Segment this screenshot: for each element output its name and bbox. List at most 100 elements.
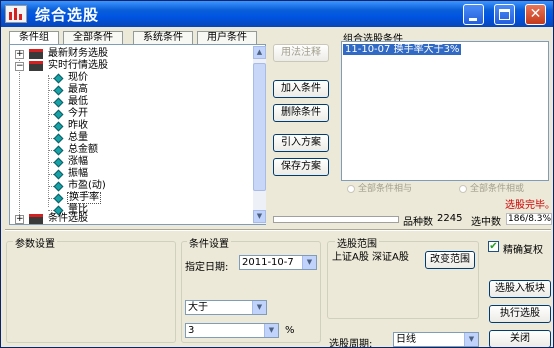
stocks-to-block-button[interactable]: 选股入板块 — [489, 280, 551, 298]
tree-node-realtime[interactable]: − 实时行情选股 — [10, 60, 250, 72]
change-range-button[interactable]: 改变范围 — [425, 251, 475, 269]
tree-leaf[interactable]: 现价 — [10, 72, 250, 84]
radio-icon — [347, 184, 355, 193]
status-message: 选股完毕。 — [505, 200, 554, 211]
tree-leaf[interactable]: 昨收 — [10, 120, 250, 132]
date-value: 2011-10-7 — [242, 257, 294, 268]
params-group — [6, 241, 176, 343]
operator-value: 大于 — [188, 302, 208, 313]
expand-icon[interactable]: + — [15, 50, 24, 59]
expand-icon[interactable]: + — [15, 215, 24, 224]
tab-system-conditions[interactable]: 系统条件 — [133, 31, 193, 45]
window-title: 综合选股 — [35, 6, 100, 24]
value-combo[interactable]: 3 ▼ — [185, 323, 279, 338]
period-value: 日线 — [396, 334, 416, 345]
tree-leaf-selected[interactable]: 换手率 — [10, 192, 250, 204]
divider — [5, 229, 551, 231]
precise-rights-label: 精确复权 — [503, 245, 543, 256]
radio-label: 全部条件相或 — [470, 184, 525, 194]
tree-leaf-label: 现价 — [68, 72, 88, 83]
params-group-title: 参数设置 — [13, 235, 57, 250]
indicator-icon — [53, 121, 64, 132]
tree-leaf[interactable]: 涨幅 — [10, 156, 250, 168]
indicator-icon — [53, 133, 64, 144]
scroll-thumb[interactable] — [253, 63, 266, 191]
indicator-icon — [53, 157, 64, 168]
chevron-down-icon[interactable]: ▼ — [464, 333, 478, 346]
tree-leaf-label: 最低 — [68, 96, 88, 107]
all-and-radio[interactable]: 全部条件相与 — [347, 181, 412, 194]
indicator-icon — [53, 145, 64, 156]
scroll-down-icon[interactable]: ▼ — [253, 210, 266, 223]
stock-screener-window: 综合选股 ✕ 条件组 全部条件 系统条件 用户条件 + 最新财务选股 − 实时行 — [0, 0, 554, 348]
precise-rights-checkbox[interactable]: ✔ — [488, 241, 499, 252]
chevron-down-icon[interactable]: ▼ — [264, 324, 278, 337]
indicator-icon — [53, 193, 64, 204]
radio-label: 全部条件相与 — [358, 184, 413, 194]
tab-user-conditions[interactable]: 用户条件 — [197, 31, 257, 45]
indicator-icon — [53, 169, 64, 180]
tree-node-condition[interactable]: + 条件选股 — [10, 213, 250, 225]
save-plan-button[interactable]: 保存方案 — [273, 158, 329, 176]
tree-node-financial[interactable]: + 最新财务选股 — [10, 48, 250, 60]
tree-leaf-label: 昨收 — [68, 120, 88, 131]
title-bar[interactable]: 综合选股 ✕ — [1, 1, 553, 27]
condition-settings-title: 条件设置 — [187, 235, 231, 250]
chevron-down-icon[interactable]: ▼ — [302, 256, 316, 269]
chevron-down-icon[interactable]: ▼ — [252, 301, 266, 314]
add-condition-button[interactable]: 加入条件 — [273, 80, 329, 98]
tree-leaf-label: 最高 — [68, 84, 88, 95]
formula-help-button[interactable]: 用法注释 — [273, 44, 329, 62]
selection-progress — [273, 216, 399, 223]
period-label: 选股周期: — [329, 339, 373, 348]
unit-label: % — [285, 325, 295, 336]
collapse-icon[interactable]: − — [15, 62, 24, 71]
stock-range-list: 上证A股 深证A股 — [332, 252, 409, 263]
indicator-icon — [53, 85, 64, 96]
tree-node-label: 实时行情选股 — [48, 60, 108, 71]
folder-icon — [29, 61, 43, 71]
tree-leaf[interactable]: 总量 — [10, 132, 250, 144]
tree-leaf-label: 换手率 — [67, 192, 101, 204]
selected-count-value: 186/8.3% — [506, 213, 552, 225]
radio-icon — [459, 184, 467, 193]
threshold-value: 3 — [188, 325, 195, 336]
tree-leaf[interactable]: 最高 — [10, 84, 250, 96]
tree-leaf[interactable]: 市盈(动) — [10, 180, 250, 192]
tree-leaf[interactable]: 总金额 — [10, 144, 250, 156]
scroll-up-icon[interactable]: ▲ — [253, 46, 266, 59]
tree-leaf-label: 总量 — [68, 132, 88, 143]
minimize-button[interactable] — [463, 4, 484, 25]
maximize-button[interactable] — [494, 4, 515, 25]
tree-leaf-label: 总金额 — [68, 144, 98, 155]
delete-condition-button[interactable]: 删除条件 — [273, 104, 329, 122]
list-item[interactable]: 11-10-07 换手率大于3% — [343, 44, 461, 55]
indicator-icon — [53, 73, 64, 84]
tree-leaf-label: 今开 — [68, 108, 88, 119]
condition-tree[interactable]: + 最新财务选股 − 实时行情选股 现价 最高 最低 今开 昨收 总量 总金额 … — [9, 44, 266, 225]
run-selection-button[interactable]: 执行选股 — [489, 305, 551, 323]
folder-icon — [29, 214, 43, 224]
combined-conditions-list[interactable]: 11-10-07 换手率大于3% — [341, 41, 549, 181]
minimize-icon — [469, 18, 477, 21]
tree-leaf[interactable]: 最低 — [10, 96, 250, 108]
tree-leaf[interactable]: 今开 — [10, 108, 250, 120]
tree-leaf-label: 市盈(动) — [68, 180, 106, 191]
tree-node-label: 条件选股 — [48, 213, 88, 224]
total-count-label: 品种数 — [403, 217, 433, 228]
date-label: 指定日期: — [185, 262, 229, 273]
close-dialog-button[interactable]: 关闭 — [489, 330, 551, 347]
tree-scrollbar[interactable]: ▲ ▼ — [253, 46, 266, 224]
operator-combo[interactable]: 大于 ▼ — [185, 300, 267, 315]
tab-condition-group[interactable]: 条件组 — [9, 31, 59, 45]
tree-leaf[interactable]: 振幅 — [10, 168, 250, 180]
indicator-icon — [53, 109, 64, 120]
date-combo[interactable]: 2011-10-7 ▼ — [239, 255, 317, 270]
maximize-icon — [499, 9, 510, 20]
import-plan-button[interactable]: 引入方案 — [273, 134, 329, 152]
total-count-value: 2245 — [437, 213, 463, 224]
period-combo[interactable]: 日线 ▼ — [393, 332, 479, 347]
close-button[interactable]: ✕ — [525, 4, 546, 25]
all-or-radio[interactable]: 全部条件相或 — [459, 181, 524, 194]
tab-all-conditions[interactable]: 全部条件 — [63, 31, 123, 45]
